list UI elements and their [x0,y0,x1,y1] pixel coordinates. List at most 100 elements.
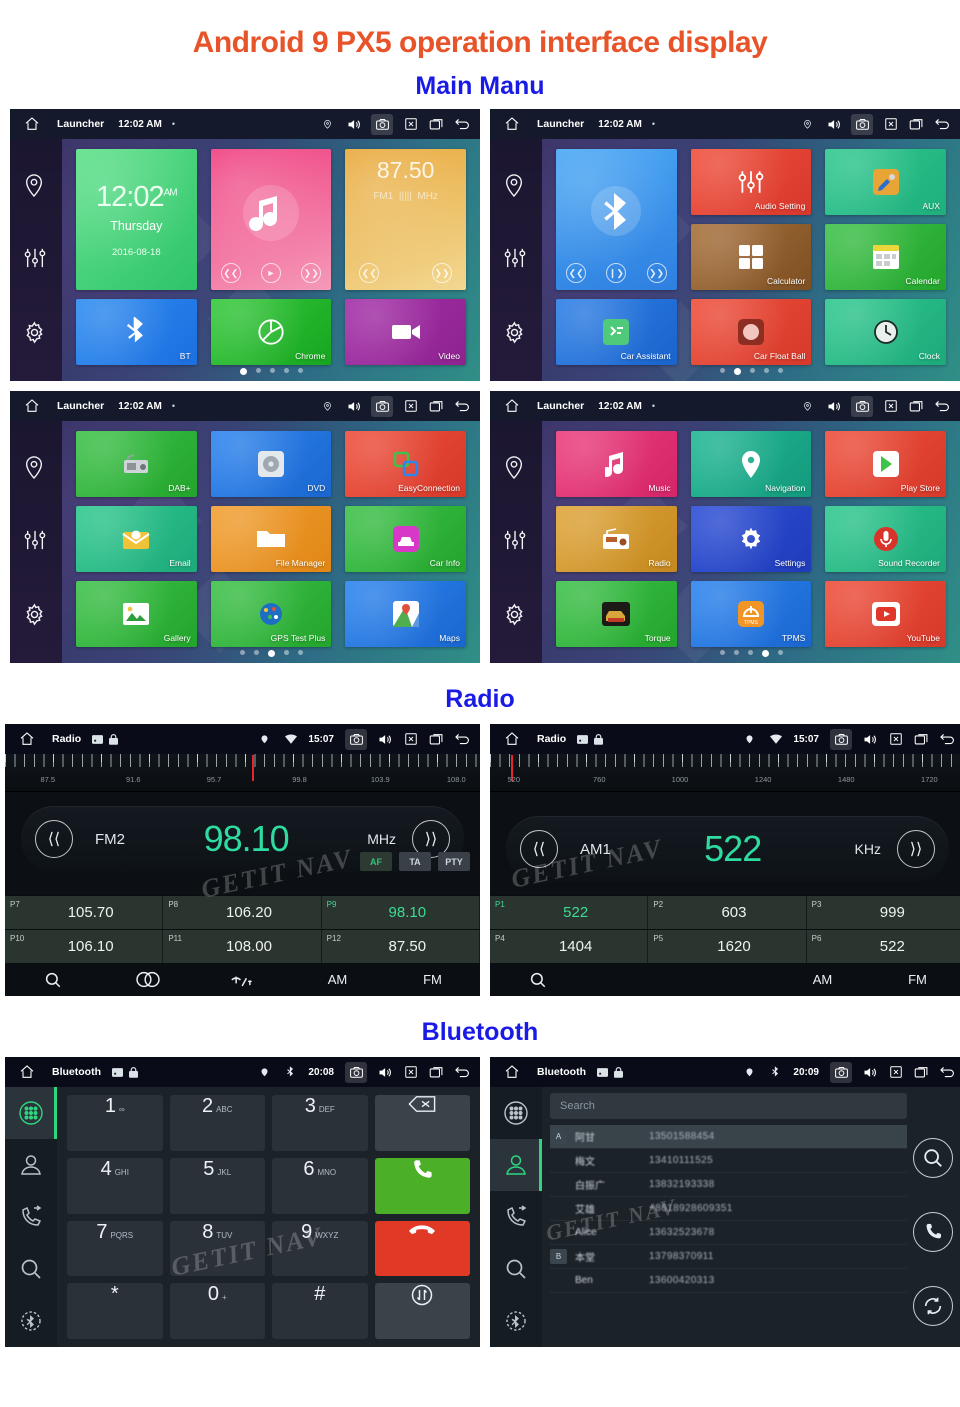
camera-icon[interactable] [345,1061,367,1083]
close-icon[interactable] [402,398,419,415]
screen-launcher-page-3[interactable]: Launcher 12:02 AM • DAB+ DVD EasyConnect… [10,391,480,663]
call-button[interactable] [374,1157,470,1214]
preset-button[interactable]: P9 98.10 [321,896,480,929]
next-icon[interactable]: ❯❯ [646,263,667,283]
back-icon[interactable] [939,1064,956,1081]
app-tile-navigation[interactable]: Navigation [690,431,812,497]
list-item[interactable]: 白振广 13832193338 [550,1173,907,1197]
location-icon[interactable] [319,398,336,415]
list-item[interactable]: 艾雄 +8618928609351 [550,1197,907,1221]
prev-station-button[interactable]: ⟨⟨ [520,830,558,868]
recents-icon[interactable] [428,1064,445,1081]
bt-tab-call-log[interactable] [5,1191,57,1243]
back-icon[interactable] [934,116,951,133]
gear-icon[interactable] [23,603,49,629]
volume-icon[interactable] [376,1064,393,1081]
bt-tab-contacts[interactable] [5,1139,57,1191]
fm-button[interactable]: FM [385,972,480,987]
volume-icon[interactable] [376,731,393,748]
app-tile-radio[interactable]: Radio [556,506,677,572]
screen-radio-fm[interactable]: Radio 15:07 87.5 91.6 95.7 99.8 103.9 10… [5,724,480,996]
recents-icon[interactable] [908,116,925,133]
search-icon[interactable] [913,1138,953,1178]
close-icon[interactable] [882,116,899,133]
home-icon[interactable] [499,116,525,132]
bt-tab-search[interactable] [490,1243,542,1295]
home-icon[interactable] [499,731,525,747]
location-pin-icon[interactable] [503,455,529,481]
app-tile-gps-test-plus[interactable]: GPS Test Plus [210,581,332,647]
app-tile-music[interactable]: Music [556,431,677,497]
preset-button[interactable]: P5 1620 [648,930,807,963]
camera-icon[interactable] [851,113,873,135]
home-icon[interactable] [499,1064,525,1080]
radio-widget-controls[interactable]: ❮❮ ❯❯ [345,263,466,283]
page-indicator[interactable] [542,650,960,657]
dialpad-key-star[interactable]: * [67,1283,163,1339]
frequency-scale[interactable]: 87.5 91.6 95.7 99.8 103.9 108.0 [5,754,480,792]
preset-button[interactable]: P12 87.50 [321,930,480,963]
play-icon[interactable]: ► [260,263,281,283]
app-tile-calculator[interactable]: Calculator [690,224,812,290]
screen-launcher-page-4[interactable]: Launcher 12:02 AM • Music Navigation Pla… [490,391,960,663]
home-icon[interactable] [19,116,45,132]
list-item[interactable]: Ben 13600420313 [550,1269,907,1293]
list-item[interactable]: B 本堂 13798370911 [550,1245,907,1269]
widget-clock[interactable]: 12:02AM Thursday 2016-08-18 [76,149,197,290]
equalizer-icon[interactable] [23,247,49,273]
preset-button[interactable]: P4 1404 [490,930,649,963]
list-item[interactable]: A 阿甘 13501588454 [550,1125,907,1149]
next-icon[interactable]: ❯❯ [431,263,452,283]
app-tile-video[interactable]: Video [345,299,466,365]
app-tile-aux[interactable]: AUX [825,149,946,215]
next-icon[interactable]: ❯❯ [301,263,322,283]
camera-icon[interactable] [830,1061,852,1083]
dialpad-key-4[interactable]: 4 GHI [67,1157,163,1214]
back-icon[interactable] [934,398,951,415]
app-tile-easyconnection[interactable]: EasyConnection [345,431,466,497]
rds-pty-button[interactable]: PTY [438,852,470,871]
app-tile-calendar[interactable]: Calendar [825,224,946,290]
antenna-icon[interactable] [195,971,290,989]
prev-icon[interactable]: ❮❮ [566,263,587,283]
am-button[interactable]: AM [290,972,385,987]
sync-icon[interactable] [913,1286,953,1326]
preset-button[interactable]: P7 105.70 [5,896,164,929]
next-station-button[interactable]: ⟩⟩ [897,830,935,868]
gear-icon[interactable] [503,321,529,347]
page-indicator[interactable] [62,368,480,375]
app-tile-play-store[interactable]: Play Store [825,431,946,497]
search-icon[interactable] [5,971,100,989]
back-icon[interactable] [454,116,471,133]
dialpad-key-5[interactable]: 5 JKL [169,1157,265,1214]
widget-bluetooth[interactable]: ❮❮ ❙❯ ❯❯ [556,149,677,290]
prev-icon[interactable]: ❮❮ [359,263,380,283]
prev-station-button[interactable]: ⟨⟨ [35,820,73,858]
am-button[interactable]: AM [775,972,870,987]
widget-radio[interactable]: 87.50 FM1 ||||| MHz ❮❮ ❯❯ [345,149,466,290]
app-tile-car-assistant[interactable]: Car Assistant [556,299,677,365]
fm-button[interactable]: FM [870,972,960,987]
camera-icon[interactable] [830,728,852,750]
camera-icon[interactable] [371,113,393,135]
app-tile-youtube[interactable]: YouTube [825,581,946,647]
location-icon[interactable] [799,398,816,415]
app-tile-settings[interactable]: Settings [690,506,812,572]
frequency-scale[interactable]: 520 760 1000 1240 1480 1720 [490,754,960,792]
app-tile-tpms[interactable]: TPMS TPMS [690,581,812,647]
app-tile-car-float-ball[interactable]: Car Float Ball [690,299,812,365]
transfer-button[interactable] [374,1283,470,1339]
bt-controls[interactable]: ❮❮ ❙❯ ❯❯ [556,263,677,283]
screen-bluetooth-contacts[interactable]: Bluetooth 20:09 Search A 阿甘 13501588454 … [490,1057,960,1347]
rds-af-button[interactable]: AF [360,852,392,871]
dialpad-key-0[interactable]: 0 + [169,1283,265,1339]
bt-tab-bluetooth-settings[interactable] [490,1295,542,1347]
camera-icon[interactable] [345,728,367,750]
equalizer-icon[interactable] [503,529,529,555]
home-icon[interactable] [499,398,525,414]
dialpad-key-8[interactable]: 8 TUV [169,1220,265,1277]
equalizer-icon[interactable] [503,247,529,273]
volume-icon[interactable] [861,1064,878,1081]
location-pin-icon[interactable] [503,173,529,199]
prev-icon[interactable]: ❮❮ [220,263,241,283]
